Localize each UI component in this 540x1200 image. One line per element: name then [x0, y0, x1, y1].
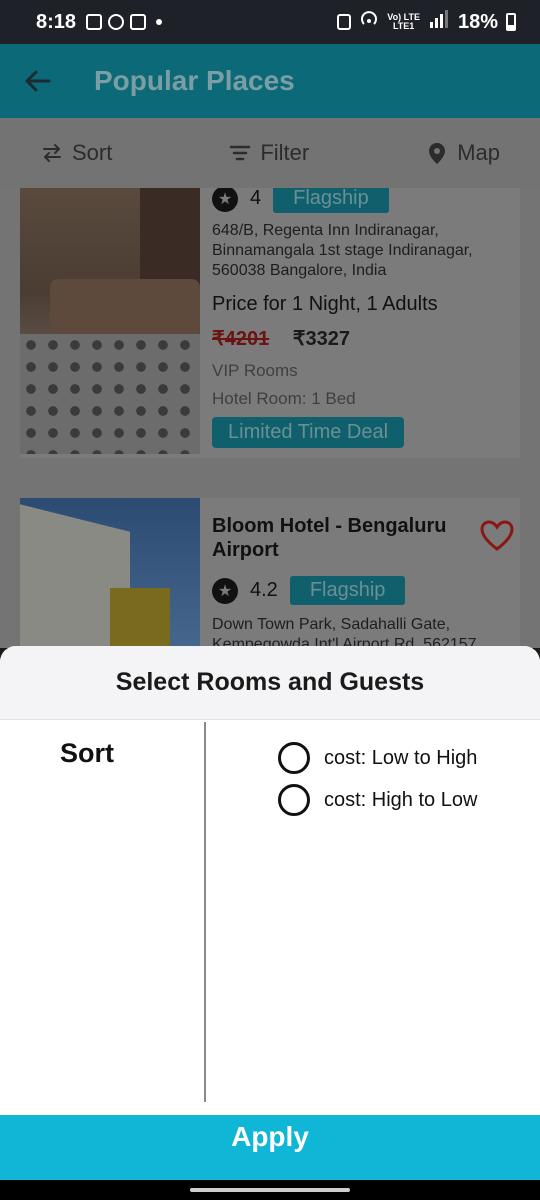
- hotel-card[interactable]: ★ 4 Flagship 648/B, Regenta Inn Indirana…: [20, 188, 520, 458]
- notification-icons: [86, 14, 163, 30]
- sim-icon: [130, 14, 147, 30]
- hotel-info: Bloom Hotel - Bengaluru Airport ★ 4.2 Fl…: [212, 498, 512, 648]
- hotspot-icon: [359, 9, 379, 35]
- sort-label: Sort: [72, 140, 113, 165]
- filter-button[interactable]: Filter: [228, 140, 309, 166]
- rating-value: 4: [250, 188, 262, 209]
- sort-options: cost: Low to High cost: High to Low: [278, 738, 477, 822]
- room-type: VIP Rooms: [212, 361, 298, 380]
- deal-badge: Limited Time Deal: [212, 417, 405, 448]
- bottom-sheet: Select Rooms and Guests Sort cost: Low t…: [0, 646, 540, 1116]
- rating-row: ★ 4 Flagship: [212, 188, 512, 213]
- hotel-address: 648/B, Regenta Inn Indiranagar, Binnaman…: [212, 222, 473, 279]
- flagship-badge: Flagship: [273, 188, 389, 213]
- map-button[interactable]: Map: [425, 140, 500, 166]
- hotel-photo: [20, 188, 200, 454]
- network-type: Vo) LTE LTE1: [387, 13, 420, 31]
- star-icon: ★: [212, 577, 238, 604]
- heart-icon[interactable]: [480, 520, 514, 552]
- sheet-title: Select Rooms and Guests: [0, 646, 540, 720]
- status-bar: 8:18 Vo) LTE LTE1 18%: [0, 0, 540, 44]
- star-icon: ★: [212, 188, 238, 212]
- status-time: 8:18: [36, 10, 77, 33]
- rating-value: 4.2: [250, 579, 278, 601]
- sort-button[interactable]: Sort: [40, 140, 112, 166]
- hotel-info: ★ 4 Flagship 648/B, Regenta Inn Indirana…: [212, 188, 512, 448]
- radio-label: cost: High to Low: [324, 788, 478, 811]
- price-row: ₹4201 ₹3327: [212, 326, 512, 351]
- app-icon: [108, 14, 125, 30]
- apply-button[interactable]: Apply: [0, 1115, 540, 1180]
- flagship-badge: Flagship: [289, 576, 406, 605]
- sheet-divider: [204, 722, 206, 1102]
- sheet-categories: Sort: [0, 720, 205, 1116]
- filter-lines-icon: [230, 145, 251, 161]
- page-title: Popular Places: [94, 65, 295, 96]
- swap-arrows-icon: [43, 144, 61, 162]
- filter-label: Filter: [260, 140, 310, 165]
- more-notifications-icon: [156, 19, 163, 25]
- signal-icon: [428, 10, 450, 34]
- new-price: ₹3327: [292, 328, 350, 350]
- sort-option-high-to-low[interactable]: cost: High to Low: [278, 780, 477, 820]
- price-title: Price for 1 Night, 1 Adults: [212, 293, 438, 315]
- radio-button[interactable]: [278, 784, 310, 816]
- radio-label: cost: Low to High: [324, 746, 478, 769]
- old-price: ₹4201: [212, 328, 270, 350]
- hotel-photo: [20, 498, 200, 648]
- alarm-icon: [337, 14, 352, 30]
- app-bar: Popular Places: [0, 44, 540, 118]
- filter-toolbar: Sort Filter Map: [0, 118, 540, 188]
- hotel-list: ★ 4 Flagship 648/B, Regenta Inn Indirana…: [0, 188, 540, 648]
- map-label: Map: [457, 140, 500, 165]
- home-gesture-handle[interactable]: [190, 1188, 350, 1192]
- battery-percent: 18%: [457, 10, 498, 33]
- rating-row: ★ 4.2 Flagship: [212, 576, 512, 605]
- map-pin-icon: [429, 143, 446, 164]
- image-icon: [86, 14, 103, 30]
- sort-option-low-to-high[interactable]: cost: Low to High: [278, 738, 477, 778]
- network-bottom-label: LTE1: [392, 21, 415, 31]
- category-sort[interactable]: Sort: [60, 738, 205, 769]
- system-nav-bar: [0, 1180, 540, 1200]
- arrow-left-icon[interactable]: [18, 61, 58, 101]
- hotel-name: Bloom Hotel - Bengaluru Airport: [212, 515, 447, 561]
- radio-button[interactable]: [278, 742, 310, 774]
- status-right: Vo) LTE LTE1 18%: [337, 9, 516, 35]
- hotel-card[interactable]: Bloom Hotel - Bengaluru Airport ★ 4.2 Fl…: [20, 498, 520, 648]
- battery-icon: [506, 13, 516, 31]
- bed-info: Hotel Room: 1 Bed: [212, 389, 356, 408]
- hotel-address: Down Town Park, Sadahalli Gate, Kempegow…: [212, 616, 477, 648]
